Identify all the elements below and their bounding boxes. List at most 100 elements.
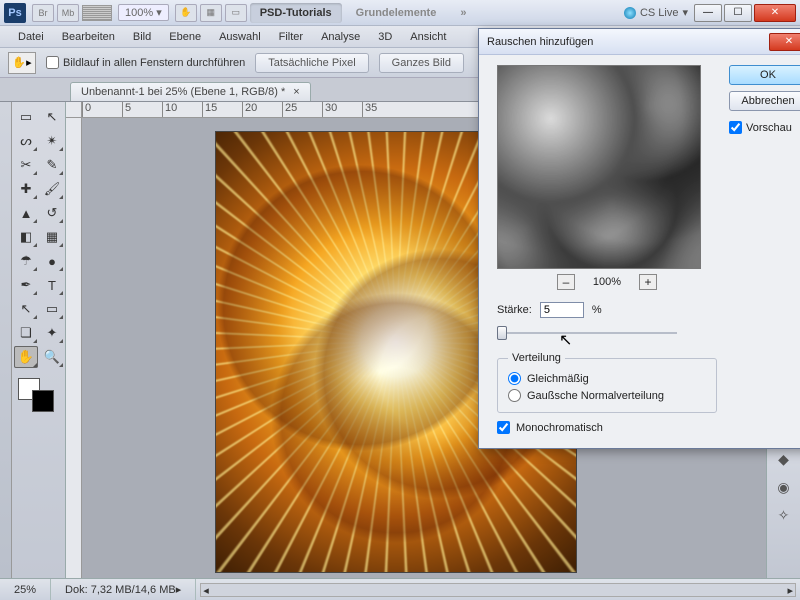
preview-zoom-value: 100% bbox=[593, 276, 621, 288]
menu-ebene[interactable]: Ebene bbox=[161, 29, 209, 45]
status-zoom[interactable]: 25% bbox=[0, 579, 51, 600]
cancel-button[interactable]: Abbrechen bbox=[729, 91, 800, 111]
magic-wand-tool[interactable]: ✴ bbox=[40, 130, 64, 152]
status-docinfo[interactable]: Dok: 7,32 MB/14,6 MB ▸ bbox=[51, 579, 196, 600]
dialog-titlebar[interactable]: Rauschen hinzufügen ✕ bbox=[479, 29, 800, 55]
blur-tool[interactable]: ☂ bbox=[14, 250, 38, 272]
ruler-vertical[interactable] bbox=[66, 118, 82, 578]
dialog-close-button[interactable]: ✕ bbox=[769, 33, 800, 51]
dodge-tool[interactable]: ● bbox=[40, 250, 64, 272]
workspace-grundelemente[interactable]: Grundelemente bbox=[346, 3, 447, 23]
collapse-strip[interactable] bbox=[0, 102, 12, 578]
hand-tool[interactable]: ✋ bbox=[14, 346, 38, 368]
amount-input[interactable] bbox=[540, 302, 584, 318]
lasso-tool[interactable]: ᔕ bbox=[14, 130, 38, 152]
ruler-origin[interactable] bbox=[66, 102, 82, 118]
toolbox: ▭ ↖ ᔕ ✴ ✂ ✎ ✚ 🖌 ▲ ↺ ◧ ▦ ☂ ● ✒ T ↖ ▭ ❏ ✦ … bbox=[12, 102, 66, 578]
ruler-mark: 35 bbox=[362, 102, 402, 117]
menu-bearbeiten[interactable]: Bearbeiten bbox=[54, 29, 123, 45]
move-tool[interactable]: ▭ bbox=[14, 106, 38, 128]
menu-datei[interactable]: Datei bbox=[10, 29, 52, 45]
dialog-title: Rauschen hinzufügen bbox=[487, 36, 593, 48]
bridge-button[interactable]: Br bbox=[32, 4, 54, 22]
dist-uniform-input[interactable] bbox=[508, 372, 521, 385]
type-tool[interactable]: T bbox=[40, 274, 64, 296]
window-minimize-button[interactable]: — bbox=[694, 4, 722, 22]
eyedropper-tool[interactable]: ✎ bbox=[40, 154, 64, 176]
dist-gaussian-radio[interactable]: Gaußsche Normalverteilung bbox=[508, 387, 706, 404]
amount-label: Stärke: bbox=[497, 304, 532, 316]
clone-stamp-tool[interactable]: ▲ bbox=[14, 202, 38, 224]
preview-zoom-out-button[interactable]: – bbox=[557, 274, 575, 290]
3d-tool[interactable]: ❏ bbox=[14, 322, 38, 344]
fit-screen-button[interactable]: Ganzes Bild bbox=[379, 53, 464, 73]
color-swatches[interactable] bbox=[14, 376, 64, 416]
document-tab-close-icon[interactable]: × bbox=[293, 86, 299, 98]
workspace-psd-tutorials[interactable]: PSD-Tutorials bbox=[250, 3, 342, 23]
monochromatic-input[interactable] bbox=[497, 421, 510, 434]
menu-bild[interactable]: Bild bbox=[125, 29, 159, 45]
window-maximize-button[interactable]: ☐ bbox=[724, 4, 752, 22]
preview-checkbox-label: Vorschau bbox=[746, 122, 792, 134]
cs-live-button[interactable]: CS Live ▾ bbox=[624, 6, 688, 19]
status-docinfo-label: Dok: 7,32 MB/14,6 MB bbox=[65, 584, 176, 596]
crop-tool[interactable]: ✂ bbox=[14, 154, 38, 176]
menu-ansicht[interactable]: Ansicht bbox=[402, 29, 454, 45]
minibridge-button[interactable]: Mb bbox=[57, 4, 79, 22]
document-tab-title: Unbenannt-1 bei 25% (Ebene 1, RGB/8) * bbox=[81, 86, 285, 98]
cslive-label: CS Live bbox=[640, 7, 679, 19]
paths-panel-icon[interactable]: ✧ bbox=[774, 506, 794, 524]
screen-mode-button[interactable] bbox=[82, 5, 112, 21]
window-close-button[interactable]: ✕ bbox=[754, 4, 796, 22]
arrange-button[interactable]: ▦ bbox=[200, 4, 222, 22]
background-swatch[interactable] bbox=[32, 390, 54, 412]
channels-panel-icon[interactable]: ◉ bbox=[774, 478, 794, 496]
brush-tool[interactable]: 🖌 bbox=[40, 178, 64, 200]
dist-uniform-radio[interactable]: Gleichmäßig bbox=[508, 370, 706, 387]
ruler-mark: 25 bbox=[282, 102, 322, 117]
history-brush-tool[interactable]: ↺ bbox=[40, 202, 64, 224]
scroll-all-checkbox-input[interactable] bbox=[46, 56, 59, 69]
shape-tool[interactable]: ▭ bbox=[40, 298, 64, 320]
ok-button[interactable]: OK bbox=[729, 65, 800, 85]
gradient-tool[interactable]: ▦ bbox=[40, 226, 64, 248]
dist-uniform-label: Gleichmäßig bbox=[527, 373, 589, 385]
healing-brush-tool[interactable]: ✚ bbox=[14, 178, 38, 200]
path-select-tool[interactable]: ↖ bbox=[14, 298, 38, 320]
slider-thumb[interactable] bbox=[497, 326, 507, 340]
zoom-combo[interactable]: 100% ▾ bbox=[118, 4, 169, 21]
dist-gaussian-label: Gaußsche Normalverteilung bbox=[527, 390, 664, 402]
pen-tool[interactable]: ✒ bbox=[14, 274, 38, 296]
monochromatic-checkbox[interactable]: Monochromatisch bbox=[497, 421, 717, 434]
add-noise-dialog: Rauschen hinzufügen ✕ – 100% + Stärke: %… bbox=[478, 28, 800, 449]
preview-image bbox=[497, 65, 701, 269]
preview-checkbox[interactable]: Vorschau bbox=[729, 121, 800, 134]
ruler-mark: 10 bbox=[162, 102, 202, 117]
menu-analyse[interactable]: Analyse bbox=[313, 29, 368, 45]
amount-unit: % bbox=[592, 304, 602, 316]
marquee-tool[interactable]: ↖ bbox=[40, 106, 64, 128]
hand-shortcut[interactable]: ✋ bbox=[175, 4, 197, 22]
menu-filter[interactable]: Filter bbox=[271, 29, 311, 45]
zoom-tool[interactable]: 🔍 bbox=[40, 346, 64, 368]
menu-auswahl[interactable]: Auswahl bbox=[211, 29, 269, 45]
scroll-all-windows-checkbox[interactable]: Bildlauf in allen Fenstern durchführen bbox=[46, 56, 245, 69]
layers-panel-icon[interactable]: ◆ bbox=[774, 450, 794, 468]
view-extra-button[interactable]: ▭ bbox=[225, 4, 247, 22]
document-tab[interactable]: Unbenannt-1 bei 25% (Ebene 1, RGB/8) * × bbox=[70, 82, 311, 101]
preview-checkbox-input[interactable] bbox=[729, 121, 742, 134]
3d-camera-tool[interactable]: ✦ bbox=[40, 322, 64, 344]
horizontal-scrollbar[interactable]: ◂▸ bbox=[200, 583, 796, 597]
dist-gaussian-input[interactable] bbox=[508, 389, 521, 402]
preview-zoom-in-button[interactable]: + bbox=[639, 274, 657, 290]
current-tool-indicator[interactable]: ✋▸ bbox=[8, 52, 36, 74]
zoom-value: 100% bbox=[125, 7, 153, 19]
menu-3d[interactable]: 3D bbox=[370, 29, 400, 45]
actual-pixels-button[interactable]: Tatsächliche Pixel bbox=[255, 53, 368, 73]
eraser-tool[interactable]: ◧ bbox=[14, 226, 38, 248]
ruler-mark: 20 bbox=[242, 102, 282, 117]
scroll-all-label: Bildlauf in allen Fenstern durchführen bbox=[63, 57, 245, 69]
dialog-preview[interactable] bbox=[497, 65, 701, 269]
amount-slider[interactable]: ↖ bbox=[497, 324, 677, 342]
workspace-more[interactable]: » bbox=[450, 3, 476, 23]
